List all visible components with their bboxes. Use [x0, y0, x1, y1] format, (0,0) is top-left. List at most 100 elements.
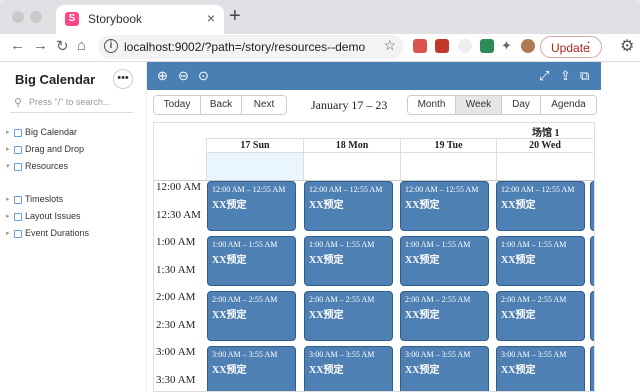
sidebar-title[interactable]: Big Calendar [15, 72, 95, 87]
tab-close-icon[interactable]: × [207, 10, 215, 26]
search-input[interactable]: ⚲ Press "/" to search... [10, 95, 133, 113]
canvas-toolbar: ⊕ ⊖ ⊙ ⤢ ⇪ ⧉ [147, 62, 601, 90]
component-icon [14, 163, 22, 171]
caret-right-icon: ▸ [6, 213, 10, 220]
extension-ghost-icon[interactable] [458, 39, 472, 53]
reload-icon[interactable]: ↻ [56, 37, 69, 55]
component-icon [14, 230, 22, 238]
week-view-button[interactable]: Week [456, 96, 502, 114]
new-tab-button[interactable]: + [229, 5, 241, 28]
component-icon [14, 129, 22, 137]
caret-right-icon: ▸ [6, 129, 10, 136]
calendar-event-clipped[interactable] [590, 291, 594, 341]
date-range-label: January 17 – 23 [311, 98, 388, 112]
caret-right-icon: ▸ [6, 196, 10, 203]
time-label: 3:00 AM [156, 346, 196, 358]
calendar-event[interactable]: 3:00 AM – 3:55 AM XX预定 [304, 346, 393, 391]
calendar-event[interactable]: 12:00 AM – 12:55 AM XX预定 [207, 181, 296, 231]
bookmark-star-icon[interactable]: ☆ [383, 37, 396, 54]
sidebar-item-label: Resources [25, 161, 69, 171]
minimize-window-dot[interactable] [30, 11, 42, 23]
profile-avatar[interactable] [521, 39, 535, 53]
today-button[interactable]: Today [154, 96, 201, 114]
more-menu-icon[interactable]: ⋮ [582, 39, 595, 55]
calendar-event[interactable]: 1:00 AM – 1:55 AM XX预定 [304, 236, 393, 286]
allday-cell[interactable] [303, 152, 400, 180]
home-icon[interactable]: ⌂ [77, 37, 86, 54]
agenda-view-button[interactable]: Agenda [541, 96, 596, 114]
zoom-reset-icon[interactable]: ⊙ [198, 68, 209, 84]
day-header-tue[interactable]: 19 Tue [400, 138, 496, 152]
calendar-event[interactable]: 1:00 AM – 1:55 AM XX预定 [207, 236, 296, 286]
copy-link-icon[interactable]: ⧉ [580, 68, 589, 84]
view-button-group: Month Week Day Agenda [407, 95, 597, 115]
extension-check-icon[interactable] [480, 39, 494, 53]
calendar-event[interactable]: 2:00 AM – 2:55 AM XX预定 [207, 291, 296, 341]
calendar-event[interactable]: 12:00 AM – 12:55 AM XX预定 [304, 181, 393, 231]
address-bar[interactable]: i localhost:9002/?path=/story/resources-… [98, 35, 404, 59]
time-label: 12:00 AM [156, 181, 201, 193]
calendar-event[interactable]: 1:00 AM – 1:55 AM XX预定 [496, 236, 585, 286]
browser-tab[interactable]: S Storybook × [56, 5, 224, 34]
extension-camera-icon[interactable] [435, 39, 449, 53]
calendar-event[interactable]: 2:00 AM – 2:55 AM XX预定 [304, 291, 393, 341]
caret-right-icon: ▸ [6, 230, 10, 237]
sidebar-item-label: Drag and Drop [25, 144, 85, 154]
sidebar-item-label: Timeslots [25, 194, 64, 204]
allday-cell[interactable] [496, 152, 593, 180]
share-icon[interactable]: ⇪ [560, 68, 571, 84]
calendar-event-clipped[interactable] [590, 236, 594, 286]
storybook-sidebar: Big Calendar ••• ⚲ Press "/" to search..… [0, 62, 146, 392]
nav-button-group: Today Back Next [153, 95, 287, 115]
calendar-event[interactable]: 3:00 AM – 3:55 AM XX预定 [496, 346, 585, 391]
calendar-event[interactable]: 2:00 AM – 2:55 AM XX预定 [496, 291, 585, 341]
time-label: 2:00 AM [156, 291, 196, 303]
sidebar-item-label: Event Durations [25, 228, 90, 238]
tab-strip: S Storybook × + [0, 0, 640, 34]
back-arrow-icon[interactable]: ← [10, 37, 25, 54]
month-view-button[interactable]: Month [408, 96, 456, 114]
component-icon [14, 196, 22, 204]
allday-cell[interactable] [400, 152, 496, 180]
week-grid: 场馆 1 17 Sun 18 Mon 19 Tue 20 Wed 12:00 A… [153, 122, 595, 392]
day-header-mon[interactable]: 18 Mon [303, 138, 400, 152]
calendar-event[interactable]: 3:00 AM – 3:55 AM XX预定 [400, 346, 489, 391]
site-info-icon[interactable]: i [104, 39, 118, 53]
update-button[interactable]: Update ⋮ [540, 36, 602, 58]
extension-record-icon[interactable] [413, 39, 427, 53]
resource-header: 场馆 1 [532, 128, 560, 139]
time-label: 1:00 AM [156, 236, 196, 248]
calendar-event[interactable]: 12:00 AM – 12:55 AM XX预定 [400, 181, 489, 231]
zoom-out-icon[interactable]: ⊖ [178, 68, 189, 84]
day-header-sun[interactable]: 17 Sun [206, 138, 303, 152]
fullscreen-icon[interactable]: ⤢ [539, 68, 549, 84]
calendar-event[interactable]: 3:00 AM – 3:55 AM XX预定 [207, 346, 296, 391]
calendar-event-clipped[interactable] [590, 346, 594, 391]
forward-arrow-icon[interactable]: → [33, 37, 48, 54]
story-canvas: ⊕ ⊖ ⊙ ⤢ ⇪ ⧉ Today Back Next January 17 –… [146, 62, 640, 392]
sidebar-menu-button[interactable]: ••• [113, 69, 133, 89]
sidebar-item-label: Big Calendar [25, 127, 78, 137]
time-label: 12:30 AM [156, 209, 201, 221]
calendar-event[interactable]: 1:00 AM – 1:55 AM XX预定 [400, 236, 489, 286]
zoom-in-icon[interactable]: ⊕ [157, 68, 168, 84]
extensions-puzzle-icon[interactable]: ✦ [501, 38, 512, 54]
back-button[interactable]: Back [201, 96, 242, 114]
storybook-logo-icon: S [65, 12, 79, 26]
close-window-dot[interactable] [12, 11, 24, 23]
gear-icon[interactable]: ⚙ [620, 36, 634, 56]
sidebar-item-label: Layout Issues [25, 211, 81, 221]
component-icon [14, 213, 22, 221]
day-view-button[interactable]: Day [502, 96, 541, 114]
calendar-event[interactable]: 12:00 AM – 12:55 AM XX预定 [496, 181, 585, 231]
caret-right-icon: ▸ [6, 146, 10, 153]
calendar-event[interactable]: 2:00 AM – 2:55 AM XX预定 [400, 291, 489, 341]
next-button[interactable]: Next [242, 96, 286, 114]
caret-down-icon: ▾ [6, 163, 10, 170]
time-label: 3:30 AM [156, 374, 196, 386]
url-text[interactable]: localhost:9002/?path=/story/resources--d… [124, 40, 365, 54]
allday-cell[interactable] [206, 152, 303, 180]
calendar-event-clipped[interactable] [590, 181, 594, 231]
tab-title: Storybook [88, 12, 143, 26]
day-header-wed[interactable]: 20 Wed [496, 138, 593, 152]
